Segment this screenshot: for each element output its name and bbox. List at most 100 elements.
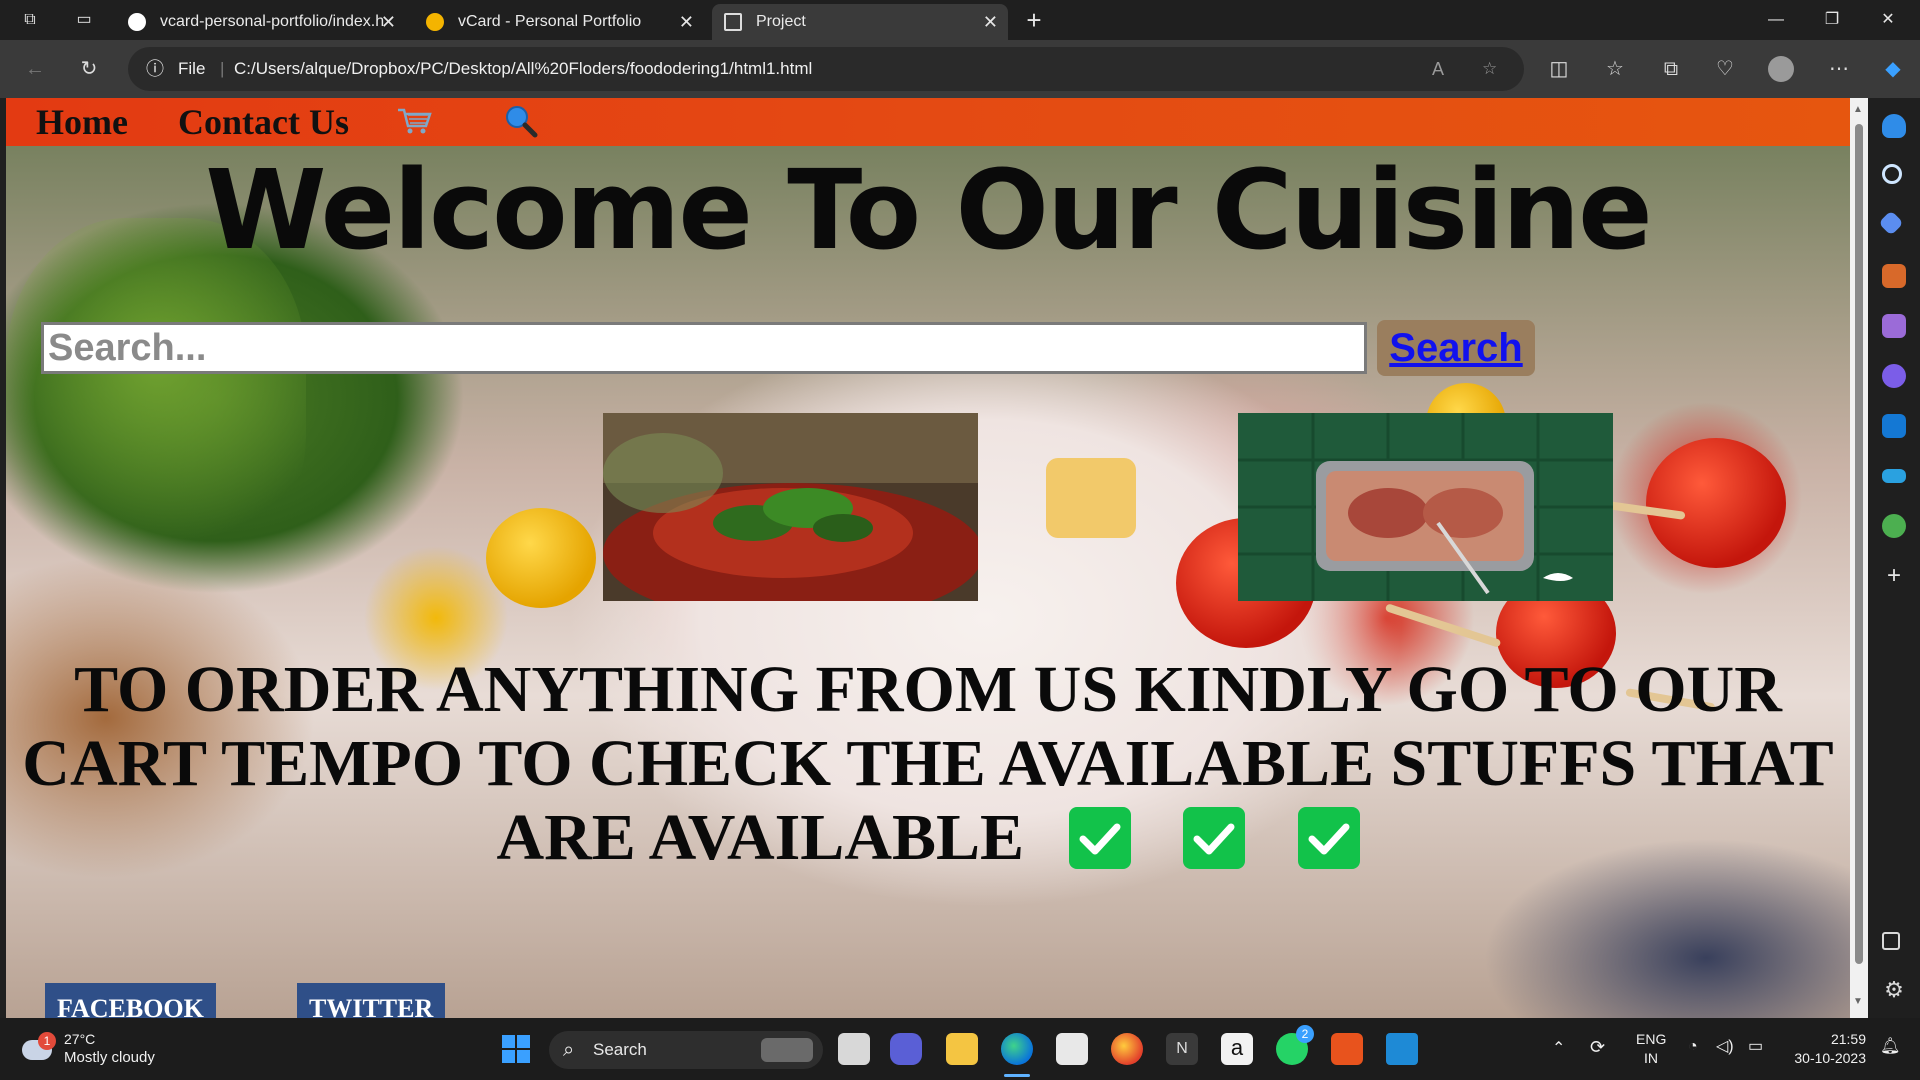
vcard-favicon-icon bbox=[426, 13, 444, 31]
amazon-icon[interactable]: a bbox=[1221, 1033, 1253, 1065]
dessert-tray-image bbox=[1238, 413, 1613, 601]
edge-sidebar: + ⚙ bbox=[1868, 98, 1920, 1018]
search-magnifier-icon[interactable] bbox=[504, 104, 538, 138]
outlook-icon[interactable] bbox=[1882, 414, 1906, 438]
tab-project[interactable]: Project ✕ bbox=[712, 4, 1008, 40]
weather-condition: Mostly cloudy bbox=[64, 1049, 155, 1066]
window-close-icon[interactable]: ✕ bbox=[1860, 0, 1916, 40]
volume-icon[interactable]: ◁) bbox=[1716, 1038, 1734, 1056]
red-tomato bbox=[1646, 438, 1786, 568]
clock-time[interactable]: 21:59 bbox=[1786, 1030, 1866, 1048]
search-button[interactable]: Search bbox=[1377, 320, 1535, 376]
browser-essentials-icon[interactable]: ♡ bbox=[1712, 56, 1738, 82]
info-icon: ⓘ bbox=[146, 59, 164, 79]
taskbar-search-icon: ⌕ bbox=[563, 1039, 575, 1061]
search-input[interactable] bbox=[41, 322, 1367, 374]
copilot-sidebar-icon[interactable] bbox=[1882, 364, 1906, 388]
ubuntu-icon[interactable] bbox=[1331, 1033, 1363, 1065]
cheese-cube bbox=[1046, 458, 1136, 538]
order-instructions: TO ORDER ANYTHING FROM US KINDLY GO TO O… bbox=[16, 653, 1840, 875]
add-sidebar-app-icon[interactable]: + bbox=[1882, 564, 1906, 588]
close-icon[interactable]: ✕ bbox=[381, 4, 396, 40]
hide-sidebar-icon[interactable] bbox=[1882, 932, 1900, 950]
clock-date[interactable]: 30-10-2023 bbox=[1786, 1049, 1866, 1067]
close-icon[interactable]: ✕ bbox=[983, 4, 998, 40]
more-menu-icon[interactable]: ⋯ bbox=[1826, 56, 1852, 82]
shopping-cart-icon[interactable] bbox=[396, 106, 432, 136]
favorites-icon[interactable]: ☆ bbox=[1602, 56, 1628, 82]
address-url[interactable]: C:/Users/alque/Dropbox/PC/Desktop/All%20… bbox=[234, 47, 812, 91]
file-explorer-icon[interactable] bbox=[946, 1033, 978, 1065]
check-mark-icon bbox=[1297, 806, 1360, 869]
sync-icon[interactable]: ⟳ bbox=[1590, 1038, 1605, 1056]
notifications-bell-icon[interactable] bbox=[1882, 114, 1906, 138]
back-icon[interactable]: ← bbox=[22, 56, 48, 82]
language-line2[interactable]: IN bbox=[1636, 1049, 1666, 1067]
close-icon[interactable]: ✕ bbox=[679, 4, 694, 40]
tab-label: Project bbox=[756, 13, 806, 30]
profile-avatar-icon[interactable] bbox=[1768, 56, 1794, 82]
tab-vcard-portfolio[interactable]: vCard - Personal Portfolio ✕ bbox=[414, 4, 704, 40]
sidebar-search-icon[interactable] bbox=[1882, 164, 1902, 184]
favorite-star-icon[interactable]: ☆ bbox=[1482, 47, 1497, 91]
split-screen-icon[interactable]: ◫ bbox=[1546, 56, 1572, 82]
nav-home-link[interactable]: Home bbox=[36, 102, 128, 142]
page-icon bbox=[724, 13, 742, 31]
active-app-indicator bbox=[1004, 1074, 1030, 1077]
check-mark-icon bbox=[1068, 806, 1131, 869]
edge-browser-icon[interactable] bbox=[1001, 1033, 1033, 1065]
tab-label: vcard-personal-portfolio/index.h bbox=[160, 13, 385, 30]
address-bar[interactable]: ⓘ File | C:/Users/alque/Dropbox/PC/Deskt… bbox=[128, 47, 1524, 91]
language-line1[interactable]: ENG bbox=[1636, 1030, 1666, 1048]
read-aloud-icon[interactable]: A bbox=[1432, 47, 1444, 91]
tab-actions-icon[interactable]: ▭ bbox=[72, 8, 96, 32]
wifi-icon[interactable]: ◔ bbox=[1688, 1038, 1698, 1056]
scheme-label: File bbox=[178, 59, 206, 78]
notion-icon[interactable]: N bbox=[1166, 1033, 1198, 1065]
refresh-icon[interactable]: ↻ bbox=[76, 56, 102, 82]
windows-start-icon[interactable] bbox=[500, 1033, 532, 1065]
scrollbar-thumb[interactable] bbox=[1855, 124, 1863, 964]
games-icon[interactable] bbox=[1882, 314, 1906, 338]
minimize-icon[interactable]: — bbox=[1748, 0, 1804, 40]
taskbar-search-label: Search bbox=[593, 1040, 647, 1059]
salsa-dish-image bbox=[603, 413, 978, 601]
new-tab-icon[interactable]: + bbox=[1022, 7, 1046, 33]
check-mark-icon bbox=[1183, 806, 1246, 869]
facebook-button[interactable]: FACEBOOK bbox=[45, 983, 216, 1018]
browser-tab-bar: ⧉ ▭ vcard-personal-portfolio/index.h ✕ v… bbox=[0, 0, 1920, 40]
battery-icon[interactable]: ▭ bbox=[1748, 1038, 1763, 1056]
restore-icon[interactable]: ❐ bbox=[1804, 0, 1860, 40]
weather-widget[interactable]: 1 bbox=[18, 1030, 62, 1068]
notification-bell-icon[interactable]: 🔔︎ bbox=[1880, 1038, 1900, 1056]
teams-chat-icon[interactable] bbox=[890, 1033, 922, 1065]
whatsapp-icon[interactable]: 2 bbox=[1276, 1025, 1314, 1065]
windows-taskbar: 1 27°C Mostly cloudy ⌕ Search N a 2 ⌃ ⟳ … bbox=[0, 1018, 1920, 1080]
page-viewport: Home Contact Us Welcome To Our Cuisine S… bbox=[6, 98, 1850, 1018]
drop-send-icon[interactable] bbox=[1882, 469, 1906, 483]
weather-badge: 1 bbox=[38, 1032, 56, 1050]
taskbar-search-box[interactable]: ⌕ Search bbox=[549, 1031, 823, 1069]
designer-icon[interactable] bbox=[1882, 514, 1906, 538]
microsoft-store-icon[interactable] bbox=[1056, 1033, 1088, 1065]
page-scrollbar[interactable]: ▲ ▼ bbox=[1850, 98, 1868, 1018]
scroll-down-arrow-icon[interactable]: ▼ bbox=[1853, 996, 1863, 1007]
workspaces-icon[interactable]: ⧉ bbox=[18, 8, 42, 32]
vscode-icon[interactable] bbox=[1386, 1033, 1418, 1065]
whatsapp-badge: 2 bbox=[1296, 1025, 1314, 1043]
task-view-icon[interactable] bbox=[838, 1033, 870, 1065]
collections-icon[interactable]: ⧉ bbox=[1658, 56, 1684, 82]
twitter-button[interactable]: TWITTER bbox=[297, 983, 446, 1018]
tab-vcard-github[interactable]: vcard-personal-portfolio/index.h ✕ bbox=[116, 4, 406, 40]
browser-toolbar: ← ↻ ⓘ File | C:/Users/alque/Dropbox/PC/D… bbox=[0, 40, 1920, 98]
page-title: Welcome To Our Cuisine bbox=[205, 146, 1653, 274]
show-hidden-icons-chevron-icon[interactable]: ⌃ bbox=[1552, 1040, 1565, 1058]
firefox-icon[interactable] bbox=[1111, 1033, 1143, 1065]
tools-briefcase-icon[interactable] bbox=[1882, 264, 1906, 288]
copilot-icon[interactable]: ◆ bbox=[1880, 56, 1906, 82]
shopping-tag-icon[interactable] bbox=[1878, 210, 1904, 236]
scroll-up-arrow-icon[interactable]: ▲ bbox=[1853, 104, 1863, 115]
search-highlight-icon bbox=[761, 1038, 813, 1062]
nav-contact-link[interactable]: Contact Us bbox=[178, 102, 349, 142]
sidebar-settings-gear-icon[interactable]: ⚙ bbox=[1882, 978, 1906, 1002]
